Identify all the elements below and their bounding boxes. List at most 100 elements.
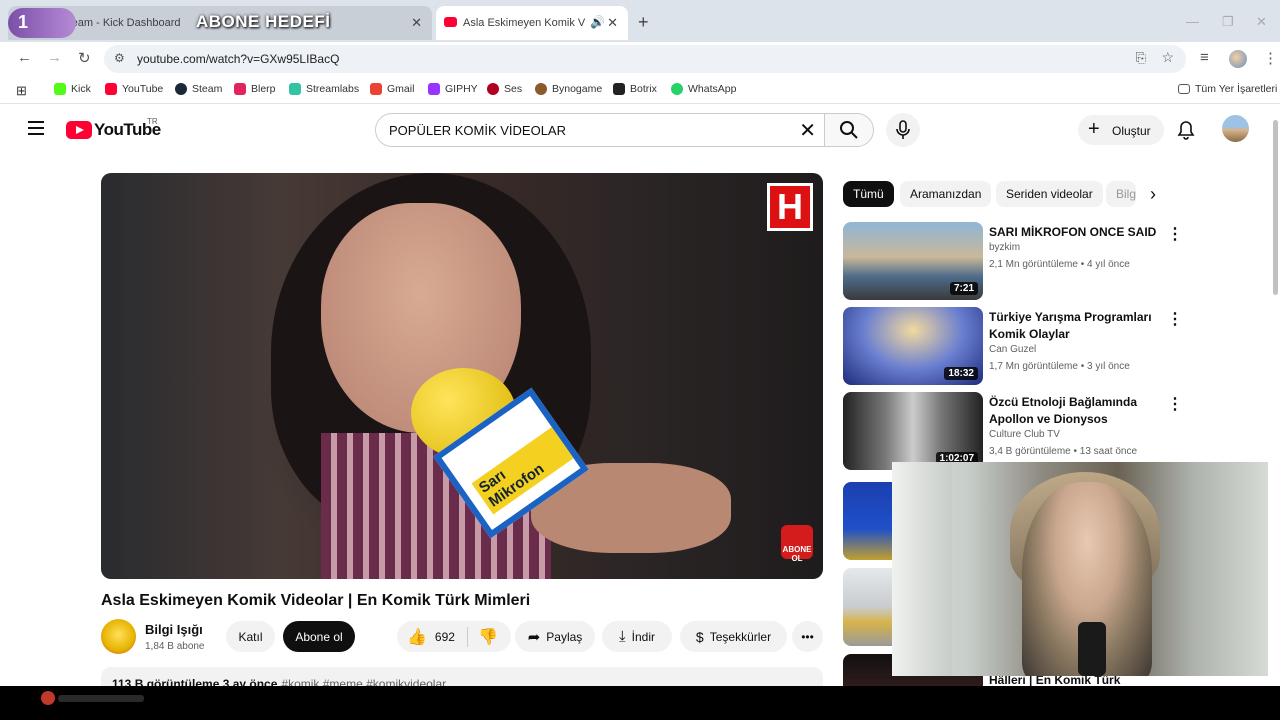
recommendation-title[interactable]: Türkiye Yarışma Programları Komik Olayla…: [989, 309, 1159, 343]
share-button[interactable]: ➦ Paylaş: [515, 621, 595, 652]
join-button[interactable]: Katıl: [226, 621, 275, 652]
youtube-logo-icon[interactable]: [66, 121, 92, 139]
recommendation-item[interactable]: 18:32 Türkiye Yarışma Programları Komik …: [843, 307, 1183, 387]
speaker-icon[interactable]: 🔊: [590, 15, 605, 29]
window-close-icon[interactable]: ✕: [1256, 14, 1267, 30]
download-label: İndir: [631, 629, 655, 644]
bookmark-streamlabs[interactable]: Streamlabs: [289, 83, 359, 95]
hamburger-menu-icon[interactable]: [28, 121, 44, 135]
forward-arrow-icon[interactable]: →: [47, 49, 62, 66]
recommendation-channel[interactable]: Can Guzel: [989, 344, 1036, 355]
streamlabs-icon: [289, 83, 301, 95]
recommendation-channel[interactable]: Culture Club TV: [989, 429, 1060, 440]
all-bookmarks[interactable]: Tüm Yer İşaretleri: [1178, 83, 1277, 95]
video-thumbnail[interactable]: 18:32: [843, 307, 983, 385]
tab-label: Asla Eskimeyen Komik Video: [463, 17, 585, 29]
media-controls-icon[interactable]: ≡: [1200, 49, 1209, 66]
streamer-webcam-overlay: [892, 462, 1268, 676]
subscribe-button[interactable]: Abone ol: [283, 621, 355, 652]
bookmark-steam[interactable]: Steam: [175, 83, 222, 95]
video-player[interactable]: Sarı Mikrofon H ABONE OL: [101, 173, 823, 579]
minimize-icon[interactable]: —: [1186, 14, 1199, 29]
close-icon[interactable]: ✕: [607, 15, 618, 31]
channel-avatar[interactable]: [101, 619, 136, 654]
like-dislike-group[interactable]: 👍 692 👎: [397, 621, 511, 652]
microphone-icon: [896, 120, 910, 139]
subscribe-watermark[interactable]: ABONE OL: [781, 525, 813, 563]
close-icon[interactable]: ✕: [411, 15, 422, 31]
voice-search-button[interactable]: [886, 113, 920, 147]
super-thanks-icon: $: [695, 628, 704, 645]
thumbs-up-icon[interactable]: 👍: [407, 627, 427, 647]
bookmark-kick[interactable]: Kick: [54, 83, 91, 95]
subscriber-count: 1,84 B abone: [145, 641, 205, 652]
chrome-menu-icon[interactable]: ⋮: [1263, 49, 1278, 67]
recommendation-meta: 3,4 B görüntüleme • 13 saat önce: [989, 446, 1138, 457]
clear-search-icon[interactable]: ✕: [799, 118, 816, 143]
recommendation-channel[interactable]: byzkim: [989, 242, 1020, 253]
kick-icon: [54, 83, 66, 95]
install-app-icon[interactable]: ⎘: [1136, 50, 1146, 66]
youtube-header: YouTube TR POPÜLER KOMİK VİDEOLAR ✕ + Ol…: [0, 105, 1280, 155]
back-arrow-icon[interactable]: ←: [17, 49, 32, 66]
bookmark-whatsapp[interactable]: WhatsApp: [671, 83, 736, 95]
more-vertical-icon[interactable]: ⋮: [1167, 224, 1183, 244]
bynogame-icon: [535, 83, 547, 95]
thanks-button[interactable]: $ Teşekkürler: [680, 621, 787, 652]
chip-from-series[interactable]: Seriden videolar: [996, 181, 1103, 207]
stream-overlay-badge: 1: [8, 8, 76, 38]
video-title: Asla Eskimeyen Komik Videolar | En Komik…: [101, 592, 531, 609]
bookmark-giphy[interactable]: GIPHY: [428, 83, 478, 95]
maximize-icon[interactable]: ❐: [1222, 14, 1234, 30]
search-input[interactable]: POPÜLER KOMİK VİDEOLAR ✕: [375, 113, 825, 147]
share-label: Paylaş: [546, 629, 583, 644]
bookmark-youtube[interactable]: YouTube: [105, 83, 163, 95]
reload-icon[interactable]: ↻: [78, 49, 91, 67]
search-button[interactable]: [824, 113, 874, 147]
notifications-bell-icon[interactable]: [1177, 120, 1195, 140]
recommendation-meta: 2,1 Mn görüntüleme • 4 yıl önce: [989, 259, 1130, 270]
tab-strip: ream - Kick Dashboard ✕ Asla Eskimeyen K…: [0, 0, 1280, 42]
bookmark-star-icon[interactable]: ☆: [1161, 49, 1174, 66]
bookmark-gmail[interactable]: Gmail: [370, 83, 414, 95]
apps-grid-icon[interactable]: ⊞: [16, 83, 27, 99]
chevron-right-icon[interactable]: ›: [1150, 184, 1156, 205]
tab-youtube-video[interactable]: Asla Eskimeyen Komik Video 🔊 ✕: [436, 6, 628, 40]
account-avatar[interactable]: [1222, 115, 1249, 142]
profile-avatar[interactable]: [1229, 50, 1247, 68]
new-tab-plus-icon[interactable]: +: [638, 12, 649, 33]
duration-badge: 7:21: [949, 282, 978, 295]
thumbs-down-icon[interactable]: 👎: [466, 626, 498, 647]
bookmark-blerp[interactable]: Blerp: [234, 83, 276, 95]
recommendation-title[interactable]: SARI MİKROFON ONCE SAID: [989, 224, 1159, 241]
webcam-microphone: [1078, 622, 1106, 676]
bookmark-bynogame[interactable]: Bynogame: [535, 83, 602, 95]
google-icon: [370, 83, 382, 95]
recommendation-item[interactable]: 7:21 SARI MİKROFON ONCE SAID byzkim 2,1 …: [843, 222, 1183, 302]
like-count: 692: [434, 629, 455, 644]
video-thumbnail[interactable]: 7:21: [843, 222, 983, 300]
youtube-icon: [105, 83, 117, 95]
more-vertical-icon[interactable]: ⋮: [1167, 309, 1183, 329]
site-info-icon[interactable]: ⚙: [114, 51, 125, 65]
more-actions-button[interactable]: •••: [792, 621, 823, 652]
recommendation-title[interactable]: Özcü Etnoloji Bağlamında Apollon ve Dion…: [989, 394, 1159, 428]
address-bar[interactable]: ⚙ youtube.com/watch?v=GXw95LIBacQ ⎘ ☆: [104, 45, 1186, 73]
recommendation-item[interactable]: 1:02:07 Özcü Etnoloji Bağlamında Apollon…: [843, 392, 1183, 472]
channel-name[interactable]: Bilgi Işığı: [145, 622, 203, 637]
bookmarks-bar: ⊞ Kick YouTube Steam Blerp Streamlabs Gm…: [0, 76, 1280, 104]
more-vertical-icon[interactable]: ⋮: [1167, 394, 1183, 414]
video-thumbnail[interactable]: 1:02:07: [843, 392, 983, 470]
bookmark-ses[interactable]: Ses: [487, 83, 522, 95]
thanks-label: Teşekkürler: [709, 629, 772, 644]
chip-more[interactable]: Bilgi: [1106, 181, 1136, 207]
more-horizontal-icon: •••: [801, 629, 814, 644]
bookmark-botrix[interactable]: Botrix: [613, 83, 657, 95]
download-button[interactable]: ⤓ İndir: [602, 621, 672, 652]
webcam-curtain: [892, 462, 952, 676]
browser-toolbar: ← → ↻ ⚙ youtube.com/watch?v=GXw95LIBacQ …: [0, 42, 1280, 76]
chip-all[interactable]: Tümü: [843, 181, 894, 207]
page-scrollbar[interactable]: [1273, 120, 1278, 295]
create-button[interactable]: + Oluştur: [1078, 115, 1164, 145]
chip-from-search[interactable]: Aramanızdan: [900, 181, 992, 207]
